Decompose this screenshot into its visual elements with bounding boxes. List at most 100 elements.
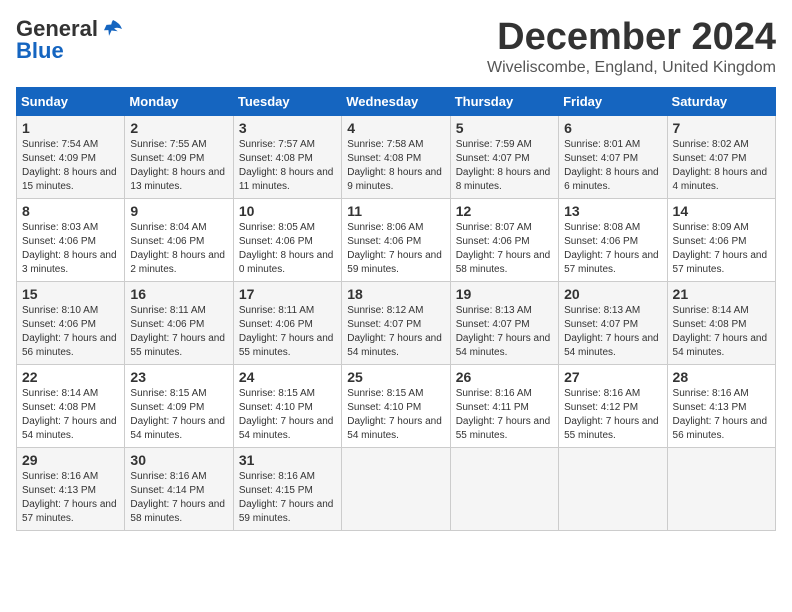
day-number: 12 xyxy=(456,203,553,219)
day-header-tuesday: Tuesday xyxy=(233,88,341,116)
calendar-cell: 29Sunrise: 8:16 AMSunset: 4:13 PMDayligh… xyxy=(17,448,125,531)
day-number: 23 xyxy=(130,369,227,385)
day-number: 4 xyxy=(347,120,444,136)
day-number: 9 xyxy=(130,203,227,219)
day-number: 11 xyxy=(347,203,444,219)
calendar-cell: 6 Sunrise: 8:01 AMSunset: 4:07 PMDaylight… xyxy=(559,116,667,199)
day-number: 15 xyxy=(22,286,119,302)
cell-content: Sunrise: 8:16 AMSunset: 4:11 PMDaylight:… xyxy=(456,387,553,443)
day-number: 21 xyxy=(673,286,770,302)
cell-content: Sunrise: 8:12 AMSunset: 4:07 PMDaylight:… xyxy=(347,304,444,360)
day-number: 3 xyxy=(239,120,336,136)
calendar-cell: 30 Sunrise: 8:16 AMSunset: 4:14 PMDayligh… xyxy=(125,448,233,531)
day-header-friday: Friday xyxy=(559,88,667,116)
day-header-sunday: Sunday xyxy=(17,88,125,116)
day-number: 7 xyxy=(673,120,770,136)
header: General Blue December 2024 Wiveliscombe,… xyxy=(16,16,776,77)
cell-content: Sunrise: 8:01 AMSunset: 4:07 PMDaylight:… xyxy=(564,138,661,194)
calendar-cell: 5Sunrise: 7:59 AMSunset: 4:07 PMDaylight… xyxy=(450,116,558,199)
cell-content: Sunrise: 8:05 AMSunset: 4:06 PMDaylight:… xyxy=(239,221,336,277)
day-number: 22 xyxy=(22,369,119,385)
cell-content: Sunrise: 7:58 AMSunset: 4:08 PMDaylight:… xyxy=(347,138,444,194)
logo: General Blue xyxy=(16,16,124,64)
cell-content: Sunrise: 8:14 AMSunset: 4:08 PMDaylight:… xyxy=(22,387,119,443)
cell-content: Sunrise: 8:09 AMSunset: 4:06 PMDaylight:… xyxy=(673,221,770,277)
cell-content: Sunrise: 7:54 AMSunset: 4:09 PMDaylight:… xyxy=(22,138,119,194)
calendar-cell: 18 Sunrise: 8:12 AMSunset: 4:07 PMDayligh… xyxy=(342,282,450,365)
calendar-cell xyxy=(559,448,667,531)
calendar-cell: 24Sunrise: 8:15 AMSunset: 4:10 PMDayligh… xyxy=(233,365,341,448)
day-header-thursday: Thursday xyxy=(450,88,558,116)
cell-content: Sunrise: 8:13 AMSunset: 4:07 PMDaylight:… xyxy=(564,304,661,360)
calendar-week-row: 15 Sunrise: 8:10 AMSunset: 4:06 PMDayligh… xyxy=(17,282,776,365)
calendar-cell: 17 Sunrise: 8:11 AMSunset: 4:06 PMDayligh… xyxy=(233,282,341,365)
cell-content: Sunrise: 7:55 AMSunset: 4:09 PMDaylight:… xyxy=(130,138,227,194)
day-number: 5 xyxy=(456,120,553,136)
calendar-cell: 11 Sunrise: 8:06 AMSunset: 4:06 PMDayligh… xyxy=(342,199,450,282)
cell-content: Sunrise: 8:15 AMSunset: 4:10 PMDaylight:… xyxy=(347,387,444,443)
calendar-cell: 10Sunrise: 8:05 AMSunset: 4:06 PMDayligh… xyxy=(233,199,341,282)
calendar-cell xyxy=(667,448,775,531)
day-number: 18 xyxy=(347,286,444,302)
location-subtitle: Wiveliscombe, England, United Kingdom xyxy=(487,59,776,77)
day-number: 20 xyxy=(564,286,661,302)
day-number: 25 xyxy=(347,369,444,385)
title-area: December 2024 Wiveliscombe, England, Uni… xyxy=(487,16,776,77)
cell-content: Sunrise: 8:07 AMSunset: 4:06 PMDaylight:… xyxy=(456,221,553,277)
day-number: 30 xyxy=(130,452,227,468)
cell-content: Sunrise: 8:11 AMSunset: 4:06 PMDaylight:… xyxy=(130,304,227,360)
month-title: December 2024 xyxy=(487,16,776,59)
day-header-saturday: Saturday xyxy=(667,88,775,116)
calendar-cell xyxy=(450,448,558,531)
cell-content: Sunrise: 8:04 AMSunset: 4:06 PMDaylight:… xyxy=(130,221,227,277)
calendar-cell: 9 Sunrise: 8:04 AMSunset: 4:06 PMDaylight… xyxy=(125,199,233,282)
cell-content: Sunrise: 8:03 AMSunset: 4:06 PMDaylight:… xyxy=(22,221,119,277)
calendar-cell: 7 Sunrise: 8:02 AMSunset: 4:07 PMDaylight… xyxy=(667,116,775,199)
day-number: 13 xyxy=(564,203,661,219)
cell-content: Sunrise: 8:10 AMSunset: 4:06 PMDaylight:… xyxy=(22,304,119,360)
cell-content: Sunrise: 8:16 AMSunset: 4:13 PMDaylight:… xyxy=(673,387,770,443)
calendar-body: 1 Sunrise: 7:54 AMSunset: 4:09 PMDaylight… xyxy=(17,116,776,531)
calendar-cell: 19 Sunrise: 8:13 AMSunset: 4:07 PMDayligh… xyxy=(450,282,558,365)
cell-content: Sunrise: 8:06 AMSunset: 4:06 PMDaylight:… xyxy=(347,221,444,277)
calendar-week-row: 8 Sunrise: 8:03 AMSunset: 4:06 PMDaylight… xyxy=(17,199,776,282)
day-number: 26 xyxy=(456,369,553,385)
calendar-cell: 27 Sunrise: 8:16 AMSunset: 4:12 PMDayligh… xyxy=(559,365,667,448)
calendar-cell: 16Sunrise: 8:11 AMSunset: 4:06 PMDayligh… xyxy=(125,282,233,365)
calendar-cell: 21Sunrise: 8:14 AMSunset: 4:08 PMDayligh… xyxy=(667,282,775,365)
calendar-cell: 23 Sunrise: 8:15 AMSunset: 4:09 PMDayligh… xyxy=(125,365,233,448)
calendar-table: SundayMondayTuesdayWednesdayThursdayFrid… xyxy=(16,87,776,531)
calendar-cell: 2 Sunrise: 7:55 AMSunset: 4:09 PMDaylight… xyxy=(125,116,233,199)
day-header-monday: Monday xyxy=(125,88,233,116)
day-number: 6 xyxy=(564,120,661,136)
day-number: 29 xyxy=(22,452,119,468)
day-number: 1 xyxy=(22,120,119,136)
day-number: 27 xyxy=(564,369,661,385)
calendar-cell: 26 Sunrise: 8:16 AMSunset: 4:11 PMDayligh… xyxy=(450,365,558,448)
day-number: 17 xyxy=(239,286,336,302)
day-number: 2 xyxy=(130,120,227,136)
day-number: 14 xyxy=(673,203,770,219)
cell-content: Sunrise: 8:02 AMSunset: 4:07 PMDaylight:… xyxy=(673,138,770,194)
cell-content: Sunrise: 8:08 AMSunset: 4:06 PMDaylight:… xyxy=(564,221,661,277)
calendar-cell: 25 Sunrise: 8:15 AMSunset: 4:10 PMDayligh… xyxy=(342,365,450,448)
calendar-cell: 12 Sunrise: 8:07 AMSunset: 4:06 PMDayligh… xyxy=(450,199,558,282)
calendar-header-row: SundayMondayTuesdayWednesdayThursdayFrid… xyxy=(17,88,776,116)
calendar-cell: 8 Sunrise: 8:03 AMSunset: 4:06 PMDaylight… xyxy=(17,199,125,282)
cell-content: Sunrise: 7:57 AMSunset: 4:08 PMDaylight:… xyxy=(239,138,336,194)
day-number: 31 xyxy=(239,452,336,468)
cell-content: Sunrise: 8:16 AMSunset: 4:12 PMDaylight:… xyxy=(564,387,661,443)
calendar-week-row: 1 Sunrise: 7:54 AMSunset: 4:09 PMDaylight… xyxy=(17,116,776,199)
cell-content: Sunrise: 8:11 AMSunset: 4:06 PMDaylight:… xyxy=(239,304,336,360)
cell-content: Sunrise: 8:16 AMSunset: 4:15 PMDaylight:… xyxy=(239,470,336,526)
day-number: 8 xyxy=(22,203,119,219)
calendar-cell: 22 Sunrise: 8:14 AMSunset: 4:08 PMDayligh… xyxy=(17,365,125,448)
cell-content: Sunrise: 8:15 AMSunset: 4:09 PMDaylight:… xyxy=(130,387,227,443)
calendar-cell: 20 Sunrise: 8:13 AMSunset: 4:07 PMDayligh… xyxy=(559,282,667,365)
day-number: 19 xyxy=(456,286,553,302)
day-header-wednesday: Wednesday xyxy=(342,88,450,116)
logo-blue: Blue xyxy=(16,38,64,64)
cell-content: Sunrise: 8:13 AMSunset: 4:07 PMDaylight:… xyxy=(456,304,553,360)
calendar-cell: 13 Sunrise: 8:08 AMSunset: 4:06 PMDayligh… xyxy=(559,199,667,282)
cell-content: Sunrise: 8:16 AMSunset: 4:14 PMDaylight:… xyxy=(130,470,227,526)
